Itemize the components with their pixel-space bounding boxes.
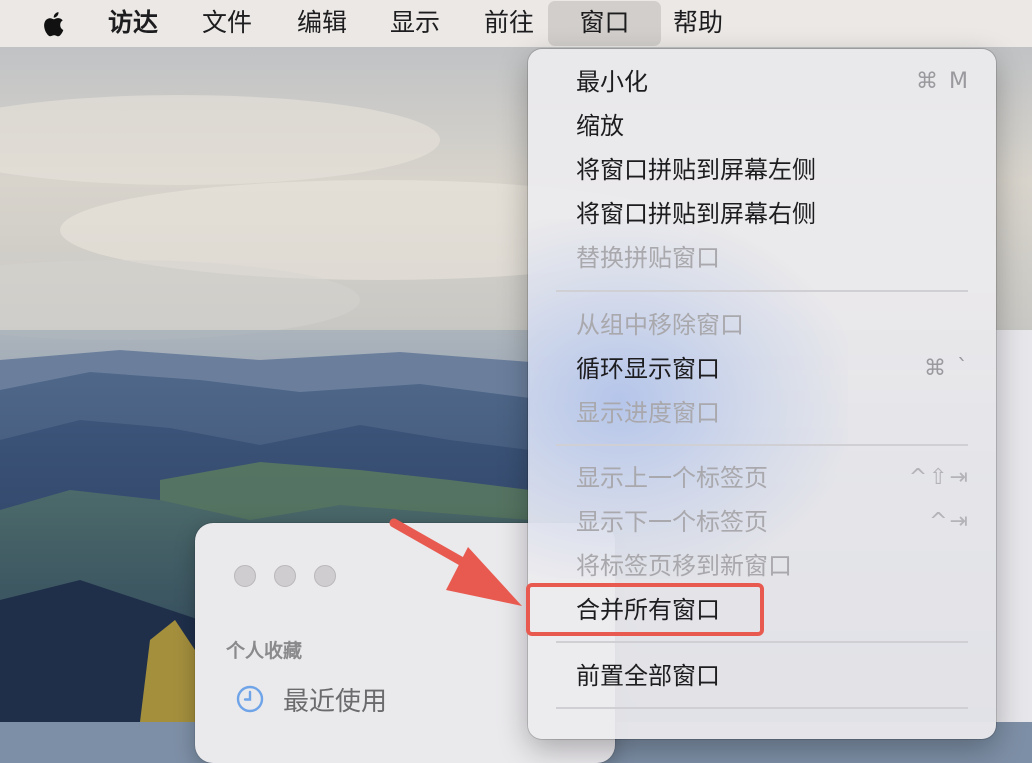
menu-window[interactable]: 窗口 (548, 1, 661, 46)
menu-item-tile-left[interactable]: 将窗口拼贴到屏幕左侧 (528, 148, 996, 192)
menu-view[interactable]: 显示 (374, 0, 456, 47)
menu-item-label: 显示进度窗口 (576, 399, 720, 427)
menu-item-label: 最小化 (576, 68, 648, 96)
menu-item-previous-tab: 显示上一个标签页 ^⇧⇥ (528, 456, 996, 500)
menu-item-label: 从组中移除窗口 (576, 311, 744, 339)
menu-item-next-tab: 显示下一个标签页 ^⇥ (528, 500, 996, 544)
minimize-window-button[interactable] (274, 565, 296, 587)
menu-file[interactable]: 文件 (186, 0, 268, 47)
menu-separator (556, 641, 968, 643)
menu-item-shortcut: ⌘ ` (924, 356, 970, 381)
menu-item-label: 将窗口拼贴到屏幕右侧 (576, 200, 816, 228)
clock-icon (236, 685, 264, 713)
menu-item-label: 替换拼贴窗口 (576, 244, 720, 272)
menu-separator (556, 290, 968, 292)
menu-item-tile-right[interactable]: 将窗口拼贴到屏幕右侧 (528, 192, 996, 236)
menu-item-move-tab-to-window: 将标签页移到新窗口 (528, 544, 996, 588)
menu-item-cycle-windows[interactable]: 循环显示窗口 ⌘ ` (528, 347, 996, 391)
menu-item-bring-all-to-front[interactable]: 前置全部窗口 (528, 654, 996, 698)
menu-edit[interactable]: 编辑 (281, 0, 363, 47)
menu-item-minimize[interactable]: 最小化 ⌘ M (528, 60, 996, 104)
close-window-button[interactable] (234, 565, 256, 587)
zoom-window-button[interactable] (314, 565, 336, 587)
menu-item-label: 将窗口拼贴到屏幕左侧 (576, 156, 816, 184)
apple-logo-icon[interactable] (40, 9, 70, 39)
menu-item-shortcut: ^⇥ (929, 509, 970, 534)
menu-item-label: 循环显示窗口 (576, 355, 720, 383)
menu-item-replace-tiled: 替换拼贴窗口 (528, 236, 996, 280)
annotation-highlight-box (526, 583, 764, 636)
menu-item-zoom[interactable]: 缩放 (528, 104, 996, 148)
menu-item-label: 显示下一个标签页 (576, 508, 768, 536)
menu-item-progress-window: 显示进度窗口 (528, 391, 996, 435)
sidebar-item-label: 最近使用 (283, 686, 388, 717)
menu-item-shortcut: ⌘ M (916, 69, 970, 94)
sidebar-heading-favorites: 个人收藏 (226, 640, 303, 662)
menu-help[interactable]: 帮助 (657, 0, 739, 47)
menu-item-shortcut: ^⇧⇥ (908, 465, 970, 490)
menu-item-label: 缩放 (576, 112, 624, 140)
menu-separator (556, 707, 968, 709)
menu-item-label: 前置全部窗口 (576, 662, 720, 690)
menu-bar: 访达 文件 编辑 显示 前往 窗口 帮助 (0, 0, 1032, 47)
menu-item-label: 将标签页移到新窗口 (576, 552, 792, 580)
menu-item-remove-from-group: 从组中移除窗口 (528, 303, 996, 347)
menu-item-label: 显示上一个标签页 (576, 464, 768, 492)
menu-finder[interactable]: 访达 (92, 0, 174, 47)
sidebar-item-recents[interactable]: 最近使用 (235, 681, 387, 717)
menu-separator (556, 444, 968, 446)
menu-go[interactable]: 前往 (468, 0, 550, 47)
